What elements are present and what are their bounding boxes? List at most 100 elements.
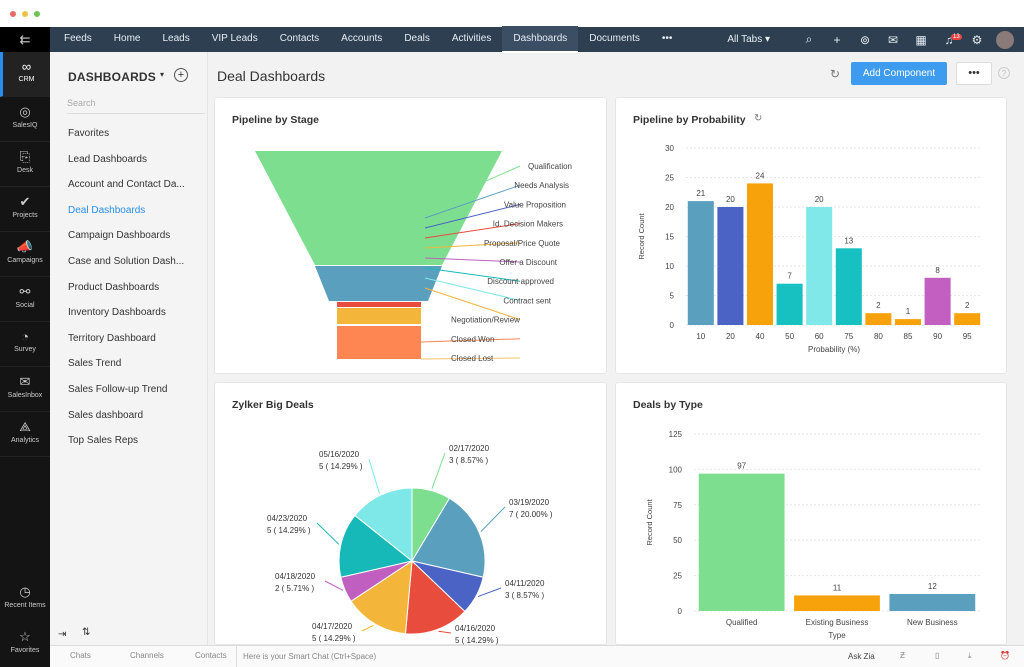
sidebar-search-input[interactable]: Search (67, 98, 205, 114)
y-tick-label: 25 (665, 174, 674, 183)
slice-value: 3 ( 8.57% ) (505, 591, 544, 600)
y-tick-label: 25 (673, 572, 682, 581)
sidebar-item[interactable]: Deal Dashboards (68, 205, 194, 231)
rail-item-recent-items[interactable]: ◷ Recent Items (0, 577, 50, 622)
data-label: 7 (787, 272, 792, 281)
gamepad-icon[interactable]: ⊚ (851, 33, 879, 47)
nav-tab--[interactable]: ••• (651, 26, 684, 53)
funnel-stage-label: Negotiation/Review (451, 316, 520, 325)
rail-item-social[interactable]: ⚯ Social (0, 277, 50, 322)
add-component-button[interactable]: Add Component (851, 62, 947, 85)
nav-tab-leads[interactable]: Leads (151, 26, 200, 53)
y-axis-label: Record Count (645, 498, 654, 545)
sidebar-item[interactable]: Account and Contact Da... (68, 179, 194, 205)
smart-chat-input[interactable]: Here is your Smart Chat (Ctrl+Space) (236, 646, 836, 667)
x-axis-label: Type (828, 631, 846, 640)
y-tick-label: 20 (665, 203, 674, 212)
salesiq-icon: ◎ (19, 104, 31, 119)
sidebar-item[interactable]: Campaign Dashboards (68, 230, 194, 256)
refresh-icon[interactable]: ↻ (830, 67, 840, 81)
sidebar-item[interactable]: Favorites (68, 128, 194, 154)
funnel-stage-label: Qualification (528, 162, 572, 171)
nav-tab-accounts[interactable]: Accounts (330, 26, 393, 53)
x-tick-label: 10 (696, 332, 705, 341)
mail-icon[interactable]: ✉ (879, 33, 907, 47)
data-label: 1 (906, 307, 911, 316)
rail-item-salesinbox[interactable]: ✉ SalesInbox (0, 367, 50, 412)
y-tick-label: 0 (670, 321, 675, 330)
sidebar-item[interactable]: Inventory Dashboards (68, 307, 194, 333)
sidebar-item[interactable]: Case and Solution Dash... (68, 256, 194, 282)
sidebar-item[interactable]: Lead Dashboards (68, 154, 194, 180)
bar (794, 595, 880, 611)
menu-collapse-icon[interactable]: ⇇ (0, 27, 50, 52)
maximize-window-button[interactable] (34, 11, 40, 17)
sidebar-item[interactable]: Sales dashboard (68, 410, 194, 436)
pipeline-by-probability-card: Pipeline by Probability ↻ 0 5 10 15 20 25 30 21… (615, 97, 1007, 374)
all-tabs-dropdown[interactable]: All Tabs ▾ (716, 27, 781, 52)
projects-icon: ✔ (19, 194, 31, 209)
campaigns-icon: 📣 (16, 239, 34, 254)
plus-icon[interactable]: + (823, 33, 851, 47)
x-tick-label: Qualified (726, 618, 758, 627)
rail-item-salesiq[interactable]: ◎ SalesIQ (0, 97, 50, 142)
contacts-button[interactable]: Contacts (195, 651, 227, 660)
bar (835, 248, 862, 325)
zia-icon[interactable]: Ƶ (900, 651, 905, 660)
reorder-icon[interactable]: ⇅ (82, 627, 90, 638)
nav-tab-deals[interactable]: Deals (393, 26, 441, 53)
rail-label: Recent Items (4, 602, 46, 609)
rail-item-crm[interactable]: ∞ CRM (0, 52, 50, 97)
document-icon[interactable]: ▯ (935, 651, 939, 660)
sidebar-item[interactable]: Sales Trend (68, 358, 194, 384)
rail-label: Favorites (10, 647, 40, 654)
help-icon[interactable]: ? (998, 67, 1010, 79)
funnel-segment-needs-analysis (315, 266, 442, 301)
rail-item-survey[interactable]: ◔ Survey (0, 322, 50, 367)
ask-zia-button[interactable]: Ask Zia (848, 652, 875, 661)
survey-icon: ◔ (21, 329, 29, 344)
slice-label: 04/18/2020 (275, 572, 316, 581)
close-window-button[interactable] (10, 11, 16, 17)
data-label: 12 (928, 582, 937, 591)
download-icon[interactable]: ⤓ (968, 651, 972, 661)
bar (687, 201, 714, 325)
rail-item-analytics[interactable]: ⟁ Analytics (0, 412, 50, 457)
nav-tab-documents[interactable]: Documents (578, 26, 651, 53)
chats-button[interactable]: Chats (70, 651, 91, 660)
bell-icon[interactable]: ♫ 13 (935, 33, 963, 47)
gear-icon[interactable]: ⚙ (963, 33, 991, 47)
alarm-icon[interactable]: ⏰ (1000, 651, 1010, 660)
sidebar-item[interactable]: Sales Follow-up Trend (68, 384, 194, 410)
search-icon[interactable]: ⌕ (795, 32, 823, 47)
more-options-button[interactable]: ••• (956, 62, 992, 85)
x-tick-label: 40 (756, 332, 765, 341)
add-dashboard-icon[interactable]: + (174, 68, 188, 82)
rail-item-projects[interactable]: ✔ Projects (0, 187, 50, 232)
nav-tab-contacts[interactable]: Contacts (269, 26, 330, 53)
rail-label: Analytics (10, 437, 39, 444)
funnel-stage-label: Closed Won (451, 335, 494, 344)
minimize-window-button[interactable] (22, 11, 28, 17)
rail-item-favorites[interactable]: ☆ Favorites (0, 622, 50, 667)
sidebar-item[interactable]: Product Dashboards (68, 282, 194, 308)
nav-tab-activities[interactable]: Activities (441, 26, 502, 53)
channels-button[interactable]: Channels (130, 651, 164, 660)
nav-tab-home[interactable]: Home (103, 26, 152, 53)
calendar-icon[interactable]: ▦ (907, 33, 935, 47)
nav-tab-vip-leads[interactable]: VIP Leads (201, 26, 269, 53)
data-label: 2 (876, 301, 881, 310)
data-label: 2 (965, 301, 970, 310)
nav-tab-feeds[interactable]: Feeds (53, 26, 103, 53)
avatar[interactable] (996, 30, 1014, 49)
rail-item-campaigns[interactable]: 📣 Campaigns (0, 232, 50, 277)
sidebar-item[interactable]: Top Sales Reps (68, 435, 194, 461)
bar (894, 319, 922, 325)
nav-tab-dashboards[interactable]: Dashboards (502, 26, 579, 53)
y-tick-label: 100 (669, 465, 683, 474)
sidebar-item[interactable]: Territory Dashboard (68, 333, 194, 359)
chevron-down-icon[interactable]: ▾ (160, 70, 164, 79)
rail-item-desk[interactable]: ⎘ Desk (0, 142, 50, 187)
rail-label: Campaigns (7, 257, 43, 264)
collapse-panel-icon[interactable]: ⇥ (58, 629, 66, 640)
